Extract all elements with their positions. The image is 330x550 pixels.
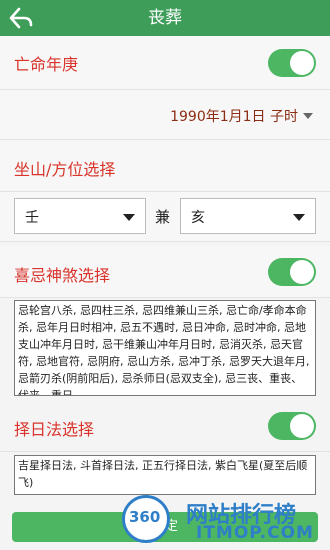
toggle-knob bbox=[290, 414, 314, 438]
top-bar: 丧葬 bbox=[0, 0, 330, 36]
dropdown-arrow-icon[interactable] bbox=[303, 113, 313, 119]
toggle-knob bbox=[290, 260, 314, 284]
connector-label: 兼 bbox=[155, 208, 171, 226]
watermark-logo: 360 网站排行榜 ITMOP.COM bbox=[100, 495, 330, 550]
date-picker-value[interactable]: 1990年1月1日 子时 bbox=[170, 106, 298, 126]
dropdown-triangle-icon bbox=[123, 214, 135, 221]
shensha-label: 喜忌神煞选择 bbox=[14, 266, 111, 285]
death-year-label: 亡命年庚 bbox=[14, 55, 79, 74]
watermark-number: 360 bbox=[129, 508, 161, 526]
watermark-en-text: ITMOP.COM bbox=[196, 523, 314, 543]
page-title: 丧葬 bbox=[148, 8, 182, 28]
toggle-knob bbox=[290, 51, 314, 75]
mountain-left-value: 壬 bbox=[25, 210, 39, 226]
mountain-label: 坐山/方位选择 bbox=[14, 160, 116, 179]
death-year-row: 亡命年庚 bbox=[0, 36, 330, 90]
death-year-toggle[interactable] bbox=[268, 49, 316, 77]
mountain-right-select[interactable]: 亥 bbox=[180, 198, 316, 234]
mountain-row: 坐山/方位选择 bbox=[0, 140, 330, 192]
mountain-left-select[interactable]: 壬 bbox=[14, 198, 146, 234]
shensha-toggle[interactable] bbox=[268, 258, 316, 286]
date-method-label: 择日法选择 bbox=[14, 420, 95, 439]
date-method-toggle[interactable] bbox=[268, 412, 316, 440]
mountain-right-value: 亥 bbox=[191, 210, 205, 226]
shensha-row: 喜忌神煞选择 bbox=[0, 246, 330, 298]
shensha-textarea[interactable]: 忌轮宫八杀, 忌四柱三杀, 忌四维兼山三杀, 忌亡命/孝命本命杀, 忌年月日时相… bbox=[14, 300, 316, 396]
dropdown-triangle-icon bbox=[293, 214, 305, 221]
date-method-row: 择日法选择 bbox=[0, 402, 330, 452]
date-method-textarea[interactable]: 吉星择日法, 斗首择日法, 正五行择日法, 紫白飞星(夏至后顺飞) bbox=[14, 455, 316, 495]
